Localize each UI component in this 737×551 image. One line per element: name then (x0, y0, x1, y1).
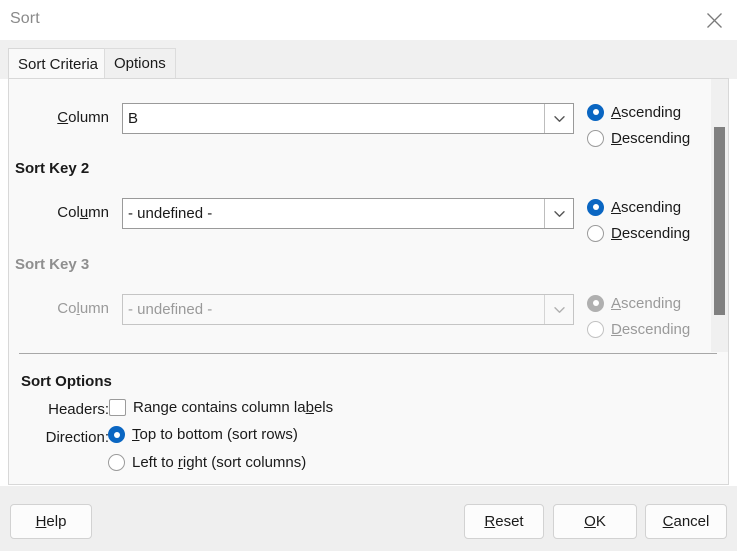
radio-filled-icon (587, 103, 604, 121)
sort-key-2-column-value: - undefined - (128, 205, 213, 222)
sort-key-2-descending-radio[interactable]: Descending (587, 220, 690, 246)
ok-button[interactable]: OK (553, 504, 637, 539)
sort-key-3-column-label: Column (57, 300, 109, 317)
direction-left-to-right-label: Left to right (sort columns) (132, 454, 307, 471)
sort-key-2-column-label: Column (57, 204, 109, 221)
sort-key-1-order-group: Ascending Descending (587, 99, 690, 151)
sort-keys-scrollbar[interactable] (711, 79, 728, 352)
sort-key-3-heading: Sort Key 3 (15, 256, 90, 273)
radio-empty-icon (587, 320, 604, 338)
reset-button-label: Reset (484, 513, 524, 530)
chevron-down-icon[interactable] (544, 104, 573, 133)
radio-empty-icon (108, 454, 125, 471)
sort-key-3-ascending-radio: Ascending (587, 290, 690, 316)
sort-key-2-column-combobox[interactable]: - undefined - (122, 198, 574, 229)
sort-key-2-descending-label: Descending (611, 224, 691, 242)
sort-key-1-descending-label: Descending (611, 129, 691, 147)
direction-left-to-right-radio[interactable]: Left to right (sort columns) (108, 454, 306, 471)
sort-key-3-ascending-label: Ascending (611, 294, 682, 312)
close-icon[interactable] (691, 0, 737, 40)
tab-options-label: Options (114, 55, 166, 72)
dialog-button-bar: Help Reset OK Cancel (0, 486, 737, 551)
tab-sort-criteria[interactable]: Sort Criteria (8, 48, 109, 79)
direction-label: Direction: (45, 429, 109, 446)
checkbox-empty-icon (109, 399, 126, 416)
range-contains-column-labels-checkbox[interactable]: Range contains column labels (109, 399, 333, 416)
radio-filled-icon (587, 198, 604, 216)
sort-key-2-order-group: Ascending Descending (587, 194, 690, 246)
sort-keys-scroll-region: Column B Ascending Descending Sort Key 2… (9, 79, 728, 352)
reset-button[interactable]: Reset (464, 504, 544, 539)
tab-sort-criteria-label: Sort Criteria (18, 55, 99, 73)
radio-empty-icon (587, 129, 604, 147)
chevron-down-icon[interactable] (544, 199, 573, 228)
sort-key-1-descending-radio[interactable]: Descending (587, 125, 690, 151)
dialog-title: Sort (10, 10, 40, 27)
sort-key-1-column-combobox[interactable]: B (122, 103, 574, 134)
help-button-label: Help (35, 513, 67, 530)
direction-top-to-bottom-radio[interactable]: Top to bottom (sort rows) (108, 426, 298, 443)
tab-options[interactable]: Options (104, 48, 176, 79)
sort-key-3-descending-radio: Descending (587, 316, 690, 342)
sort-key-3-column-value: - undefined - (128, 301, 213, 318)
sort-options-title: Sort Options (21, 373, 112, 390)
sort-key-1-ascending-label: Ascending (611, 103, 682, 121)
ok-button-label: OK (584, 513, 606, 530)
sort-key-3-descending-label: Descending (611, 320, 691, 338)
direction-top-to-bottom-label: Top to bottom (sort rows) (132, 426, 298, 443)
dialog-titlebar: Sort (0, 0, 737, 40)
panel-divider (19, 353, 717, 354)
sort-key-3-order-group: Ascending Descending (587, 290, 690, 342)
cancel-button-label: Cancel (662, 513, 710, 530)
sort-key-1-ascending-radio[interactable]: Ascending (587, 99, 690, 125)
help-button[interactable]: Help (10, 504, 92, 539)
range-contains-column-labels-label: Range contains column labels (133, 399, 334, 416)
radio-filled-icon (587, 294, 604, 312)
chevron-down-icon (544, 295, 573, 324)
sort-criteria-panel: Column B Ascending Descending Sort Key 2… (8, 78, 729, 485)
radio-filled-icon (108, 426, 125, 443)
sort-key-1-column-label: Column (57, 109, 109, 126)
sort-key-2-ascending-label: Ascending (611, 198, 682, 216)
sort-key-1-column-value: B (128, 110, 139, 127)
tab-bar: Sort Criteria Options (0, 40, 737, 79)
cancel-button[interactable]: Cancel (645, 504, 727, 539)
headers-label: Headers: (48, 401, 109, 418)
radio-empty-icon (587, 224, 604, 242)
sort-key-2-ascending-radio[interactable]: Ascending (587, 194, 690, 220)
sort-key-2-heading: Sort Key 2 (15, 160, 90, 177)
scrollbar-thumb[interactable] (714, 127, 725, 315)
sort-key-3-column-combobox: - undefined - (122, 294, 574, 325)
